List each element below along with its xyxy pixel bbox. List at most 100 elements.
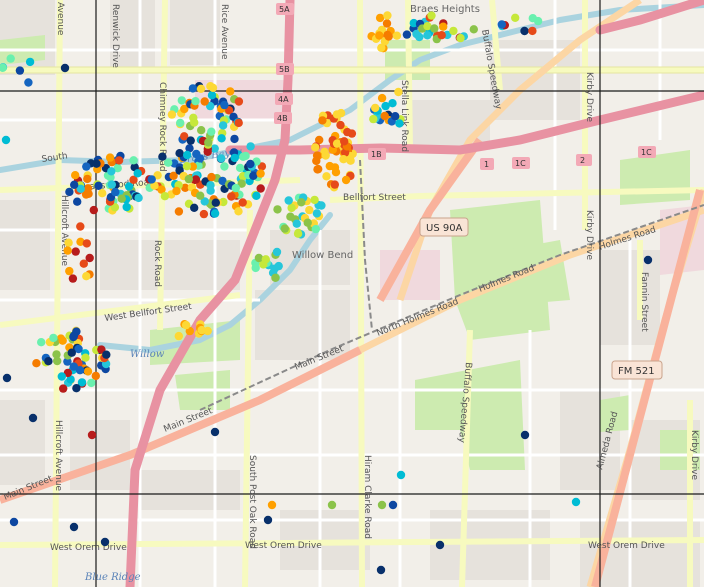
map-point [330,180,339,189]
map-point [196,84,206,94]
map-point [423,31,432,40]
map-point [176,118,185,128]
map-point [147,175,156,184]
map-point [167,110,177,119]
map-point [2,373,12,383]
label-kirby-mid: Kirby Drive [584,210,594,260]
map-point [497,20,506,29]
map-point [263,515,273,525]
map-point [89,205,99,215]
map-point [63,246,72,255]
map-point [520,430,530,440]
shield-us90a: US 90A [419,217,469,237]
map-point [1,135,11,145]
map-point [181,320,191,330]
map-point [37,338,46,347]
map-point [206,186,215,195]
map-point [322,172,331,181]
map-point [134,193,143,203]
map-point [200,97,209,106]
label-hiram-clarke: Hiram Clarke Road [362,455,372,539]
map-point [24,78,33,87]
map-point [133,169,142,178]
map-point [402,30,412,39]
label-hillcroft-bottom: Hillcroft Avenue [53,420,63,492]
map-point [15,66,25,75]
map-point [73,197,82,206]
map-point [117,194,126,203]
map-point [188,84,198,93]
map-point [59,384,68,393]
map-point [340,137,349,146]
map-point [435,540,445,550]
map-point [199,209,209,219]
map-point [238,198,247,207]
map-point [68,274,78,283]
map-point [87,430,97,440]
map-point [107,180,117,189]
map-point [197,126,206,135]
map-point [65,266,74,276]
map-point [195,154,205,163]
map-point [217,134,226,143]
map-point [196,191,205,200]
map-point [100,537,110,547]
map-point [643,255,653,265]
label-willow-bend: Willow Bend [292,250,353,261]
map-point [183,150,192,160]
map-point [129,156,138,165]
map-point [57,372,66,381]
map-point [427,11,436,20]
map-point [186,136,195,145]
map-point [234,118,243,128]
map-point [395,119,404,128]
label-rice-avenue: Rice Avenue [219,4,229,60]
map-point [430,24,439,33]
map-point [280,224,289,233]
map-point [330,163,340,172]
map-point [81,353,90,362]
map-point [105,153,115,162]
label-avenue-top: Avenue [55,2,65,36]
map-point [91,371,101,381]
map-point [267,500,277,510]
map-point [246,159,255,169]
map-view[interactable]: Braes Heights Brays Bayou Willow Bend Wi… [0,0,704,587]
map-point [343,127,352,137]
map-point [177,96,186,105]
map-point [341,175,351,185]
map-point [71,171,80,180]
map-point [252,191,261,200]
map-point [75,366,85,375]
label-south-post-oak: South Post Oak Road [247,455,257,549]
map-point [246,142,255,151]
exit-1b: 1B [371,150,382,159]
map-point [72,384,81,393]
map-point [382,19,392,28]
map-point [261,255,270,264]
map-point [377,93,387,103]
map-point [312,209,322,218]
map-point [122,202,131,212]
map-point [220,100,229,110]
map-point [249,171,258,180]
label-blue-ridge: Blue Ridge [84,572,141,583]
map-point [384,32,393,41]
map-point [346,156,355,165]
map-point [369,114,378,124]
label-kirby-top: Kirby Drive [584,72,594,122]
map-point [321,151,330,160]
exit-4a: 4A [278,95,289,104]
map-point [396,470,406,480]
map-point [388,500,398,510]
map-point [383,11,392,20]
map-point [174,331,183,341]
map-point [230,134,239,144]
map-point [92,159,101,168]
map-point [437,31,446,40]
map-point [9,517,19,527]
map-point [71,247,80,256]
map-point [381,101,390,111]
map-point [312,156,321,166]
map-point [6,54,15,63]
